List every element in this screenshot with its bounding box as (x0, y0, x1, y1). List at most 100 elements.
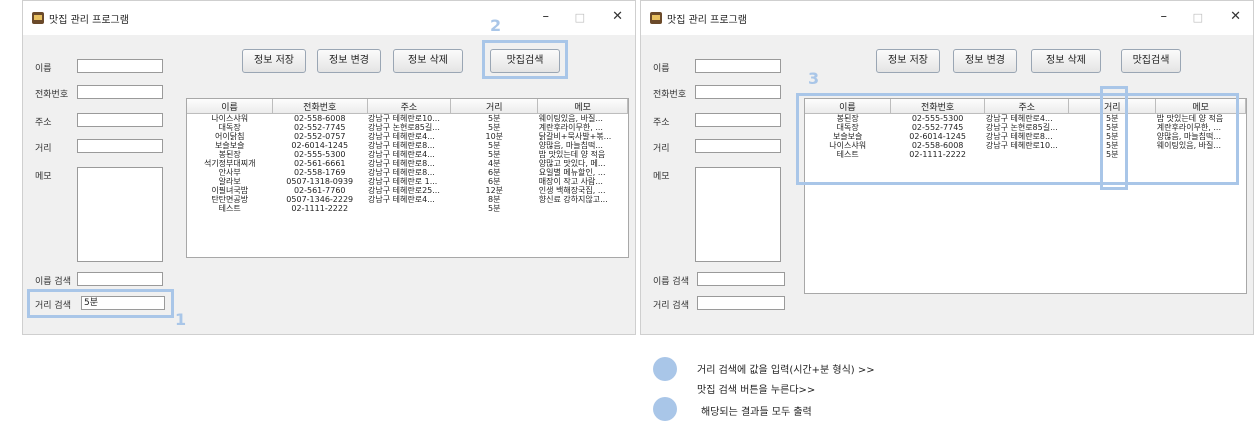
table-cell: 02-1111-2222 (291, 204, 349, 213)
maximize-button[interactable]: □ (1193, 11, 1203, 24)
name-field[interactable] (77, 59, 163, 73)
delete-button[interactable]: 정보 삭제 (1031, 49, 1101, 73)
app-icon (650, 12, 662, 24)
table-row[interactable]: 보슬보슬 02-6014-1245 강남구 테헤란로8... 5분 양많음, 마늘칩떡.… (187, 141, 628, 150)
table-cell (367, 204, 451, 213)
name-field[interactable] (695, 59, 781, 73)
note-line-2: 맛집 검색 버튼을 누른다>> (697, 385, 816, 396)
distance-label: 거리 (653, 144, 670, 154)
title-bar: 맛집 관리 프로그램 – □ ✕ (23, 1, 635, 35)
table-cell: 보슬보슬 (215, 141, 245, 150)
distance-search-field[interactable] (697, 296, 785, 310)
memo-textarea[interactable] (77, 167, 163, 262)
table-cell: 02-558-1769 (293, 168, 346, 177)
table-cell: 6분 (488, 168, 501, 177)
note-bullet-1 (653, 357, 677, 381)
step-marker-3: 3 (808, 69, 820, 88)
minimize-button[interactable]: – (543, 9, 550, 24)
column-header[interactable]: 주소 (367, 99, 452, 114)
table-cell: 인생 백해장국집, ... (538, 186, 606, 195)
table-cell: 강남구 테헤란로8... (368, 168, 435, 177)
edit-button[interactable]: 정보 변경 (953, 49, 1017, 73)
edit-button[interactable]: 정보 변경 (317, 49, 381, 73)
table-cell: 강남구 테헤란로4... (368, 132, 435, 141)
maximize-button[interactable]: □ (575, 11, 585, 24)
column-header[interactable]: 이름 (187, 99, 273, 114)
memo-textarea[interactable] (695, 167, 781, 262)
column-header[interactable]: 전화번호 (272, 99, 368, 114)
table-row[interactable]: 나이스샤워 02-558-6008 강남구 테헤란로10... 5분 웨이팅있음, 바질… (187, 114, 628, 124)
close-button[interactable]: ✕ (1230, 9, 1241, 24)
search-button[interactable]: 맛집검색 (1121, 49, 1181, 73)
table-header-row: 이름 전화번호 주소 거리 메모 (187, 99, 628, 114)
table-row[interactable]: 대독장 02-552-7745 강남구 논현로85길... 5분 계란후라이무한, ..… (187, 123, 628, 132)
table-cell: 석기정부대찌개 (203, 159, 256, 168)
name-search-field[interactable] (697, 272, 785, 286)
distance-field[interactable] (77, 139, 163, 153)
table-cell: 알라보 (218, 177, 241, 186)
table-cell: 안사부 (218, 168, 241, 177)
table-cell: 강남구 논현로85길... (368, 123, 440, 132)
save-button[interactable]: 정보 저장 (876, 49, 940, 73)
save-button[interactable]: 정보 저장 (242, 49, 306, 73)
title-bar: 맛집 관리 프로그램 – □ ✕ (641, 1, 1253, 35)
address-field[interactable] (695, 113, 781, 127)
step-marker-2: 2 (490, 16, 502, 35)
table-cell: 5분 (488, 141, 501, 150)
table-cell: 어이닭침 (215, 132, 245, 141)
memo-label: 메모 (35, 172, 52, 182)
table-cell: 강남구 테헤란로8... (368, 159, 435, 168)
phone-field[interactable] (695, 85, 781, 99)
table-cell: 02-552-0757 (293, 132, 346, 141)
name-search-field[interactable] (77, 272, 163, 286)
column-header[interactable]: 거리 (450, 99, 539, 114)
distance-label: 거리 (35, 144, 52, 154)
table-cell: 5분 (488, 204, 501, 213)
table-cell: 12분 (485, 186, 504, 195)
note-line-3: 해당되는 결과들 모두 출력 (701, 407, 812, 418)
table-row[interactable]: 알라보 0507-1318-0939 강남구 테헤란로 1... 6분 매장이 작고 사… (187, 177, 628, 186)
highlight-search-button (482, 40, 568, 79)
name-label: 이름 (653, 64, 670, 74)
table-cell: 02-6014-1245 (291, 141, 349, 150)
window-title: 맛집 관리 프로그램 (667, 15, 747, 26)
table-cell: 요일별 메뉴할인, ... (538, 168, 606, 177)
table-row[interactable]: 탄탄면공방 0507-1346-2229 강남구 테헤란로4... 8분 향신료 강하지… (187, 195, 628, 204)
table-cell: 강남구 테헤란로25... (368, 186, 440, 195)
table-cell: 양많고 맛있다, 메... (538, 159, 606, 168)
table-cell: 탄탄면공방 (211, 195, 249, 204)
table-grid: 이름 전화번호 주소 거리 메모 나이스샤워 02-558-6008 강남구 테헤란로10..… (187, 99, 628, 213)
address-label: 주소 (35, 118, 52, 128)
column-header[interactable]: 메모 (537, 99, 628, 114)
distance-field[interactable] (695, 139, 781, 153)
table-cell: 테스트 (218, 204, 241, 213)
table-cell: 02-558-6008 (293, 114, 346, 123)
table-cell: 웨이팅있음, 바질... (538, 114, 603, 123)
table-cell: 봉된장 (218, 150, 241, 159)
table-cell: 강남구 테헤란로10... (368, 114, 440, 123)
minimize-button[interactable]: – (1161, 9, 1168, 24)
delete-button[interactable]: 정보 삭제 (393, 49, 463, 73)
distance-search-label: 거리 검색 (653, 301, 689, 311)
phone-field[interactable] (77, 85, 163, 99)
table-cell: 나이스샤워 (211, 114, 249, 123)
table-cell: 강남구 테헤란로8... (368, 141, 435, 150)
app-icon (32, 12, 44, 24)
table-row[interactable]: 이필녀국밥 02-561-7760 강남구 테헤란로25... 12분 인생 백해장국집… (187, 186, 628, 195)
close-button[interactable]: ✕ (612, 9, 623, 24)
table-cell: 닭갈비+묵사발+볶... (538, 132, 612, 141)
address-field[interactable] (77, 113, 163, 127)
table-cell: 0507-1318-0939 (286, 177, 354, 186)
table-row[interactable]: 안사부 02-558-1769 강남구 테헤란로8... 6분 요일별 메뉴할인, ..… (187, 168, 628, 177)
step-marker-1: 1 (175, 310, 187, 329)
window-title: 맛집 관리 프로그램 (49, 15, 129, 26)
table-row[interactable]: 석기정부대찌개 02-561-6661 강남구 테헤란로8... 4분 양많고 맛있다,… (187, 159, 628, 168)
table-cell: 6분 (488, 177, 501, 186)
table-row[interactable]: 봉된장 02-555-5300 강남구 테헤란로4... 5분 밥 맛있는데 양 적음 (187, 150, 628, 159)
table-row[interactable]: 테스트 02-1111-2222 5분 (187, 204, 628, 213)
table-row[interactable]: 어이닭침 02-552-0757 강남구 테헤란로4... 10분 닭갈비+묵사발+볶.… (187, 132, 628, 141)
table-cell (538, 204, 628, 213)
table-cell: 밥 맛있는데 양 적음 (538, 150, 606, 159)
table-cell: 5분 (488, 123, 501, 132)
table-cell: 강남구 테헤란로4... (368, 150, 435, 159)
